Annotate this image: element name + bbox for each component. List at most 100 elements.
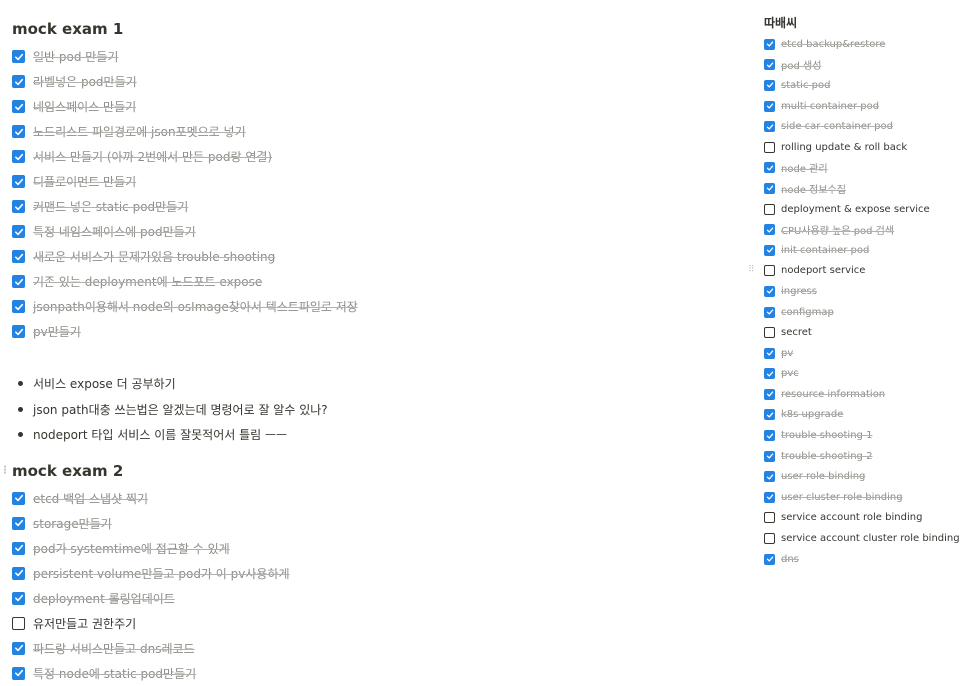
checkbox-icon[interactable] [764, 368, 775, 380]
checkbox-icon[interactable] [12, 150, 25, 163]
todo-text[interactable]: persistent volume만들고 pod가 이 pv사용하게 [33, 565, 290, 582]
bullet-text[interactable]: json path대충 쓰는법은 알겠는데 명령어로 잘 알수 있나? [33, 401, 328, 418]
checkbox-icon[interactable] [764, 327, 775, 339]
checkbox-icon[interactable] [764, 285, 775, 297]
checkbox-icon[interactable] [12, 225, 25, 238]
todo-text[interactable]: pv만들기 [33, 323, 81, 340]
todo-text[interactable]: secret [781, 327, 812, 338]
todo-text[interactable]: configmap [781, 307, 834, 318]
todo-text[interactable]: rolling update & roll back [781, 142, 907, 153]
todo-text[interactable]: 파드랑 서비스만들고 dns레코드 [33, 640, 195, 657]
todo-text[interactable]: user cluster role binding [781, 492, 903, 503]
checkbox-icon[interactable] [12, 125, 25, 138]
todo-text[interactable]: trouble shooting 1 [781, 430, 872, 441]
checkbox-icon[interactable] [764, 347, 775, 359]
todo-text[interactable]: dns [781, 554, 799, 565]
checkbox-icon[interactable] [764, 79, 775, 91]
bullet-text[interactable]: 서비스 expose 더 공부하기 [33, 375, 176, 392]
checkbox-icon[interactable] [764, 100, 775, 112]
todo-text[interactable]: 일반 pod 만들기 [33, 48, 118, 65]
todo-text[interactable]: deployment & expose service [781, 204, 930, 215]
todo-text[interactable]: 라벨넣은 pod만들기 [33, 73, 137, 90]
todo-text[interactable]: 특정 node에 static pod만들기 [33, 665, 196, 682]
checkbox-icon[interactable] [12, 100, 25, 113]
checkbox-icon[interactable] [764, 162, 775, 174]
todo-text[interactable]: jsonpath이용해서 node의 osImage찾아서 텍스트파일로 저장 [33, 298, 358, 315]
checkbox-icon[interactable] [764, 203, 775, 215]
todo-text[interactable]: trouble shooting 2 [781, 451, 872, 462]
todo-text[interactable]: 네임스페이스 만들기 [33, 98, 136, 115]
todo-text[interactable]: 서비스 만들기 (아까 2번에서 만든 pod랑 연결) [33, 148, 272, 165]
todo-text[interactable]: deployment 롤링업데이트 [33, 590, 175, 607]
todo-text[interactable]: ingress [781, 286, 817, 297]
todo-text[interactable]: 기존 있는 deployment에 노드포트 expose [33, 273, 262, 290]
checkbox-icon[interactable] [12, 516, 25, 530]
todo-text[interactable]: multi container pod [781, 101, 879, 112]
checkbox-icon[interactable] [12, 175, 25, 188]
todo-text[interactable]: static pod [781, 80, 830, 91]
checkbox-icon[interactable] [12, 50, 25, 63]
todo-text[interactable]: pv [781, 348, 793, 359]
todo-text[interactable]: 새로운 서비스가 문제가있음 trouble shooting [33, 248, 275, 265]
checkbox-icon[interactable] [764, 512, 775, 524]
todo-text[interactable]: nodeport service [781, 265, 865, 276]
checkbox-icon[interactable] [764, 306, 775, 318]
checkbox-icon[interactable] [12, 616, 25, 630]
todo-item: pod가 systemtime에 접근할 수 있게 [12, 536, 732, 561]
checkbox-icon[interactable] [764, 409, 775, 421]
checkbox-icon[interactable] [12, 250, 25, 263]
todo-text[interactable]: 커맨드 넣은 static pod만들기 [33, 198, 188, 215]
todo-text[interactable]: 노드리스트 파일경로에 json포멧으로 넣기 [33, 123, 246, 140]
checkbox-icon[interactable] [764, 450, 775, 462]
checkbox-icon[interactable] [764, 265, 775, 277]
todo-text[interactable]: node 관리 [781, 160, 828, 175]
checkbox-icon[interactable] [12, 491, 25, 505]
todo-text[interactable]: 디플로이먼트 만들기 [33, 173, 136, 190]
todo-text[interactable]: resource information [781, 389, 885, 400]
todo-text[interactable]: side car container pod [781, 121, 893, 132]
todo-text[interactable]: pvc [781, 368, 799, 379]
todo-text[interactable]: CPU사용량 높은 pod 검색 [781, 222, 894, 237]
checkbox-icon[interactable] [12, 75, 25, 88]
checkbox-icon[interactable] [12, 541, 25, 555]
todo-text[interactable]: 특정 네임스페이스에 pod만들기 [33, 223, 196, 240]
todo-text[interactable]: etcd backup&restore [781, 39, 885, 50]
checkbox-icon[interactable] [764, 141, 775, 153]
bullet-text[interactable]: nodeport 타입 서비스 이름 잘못적어서 틀림 ㅡㅡ [33, 426, 287, 443]
check-mark-icon [766, 185, 773, 192]
checkbox-icon[interactable] [764, 533, 775, 545]
checkbox-icon[interactable] [764, 471, 775, 483]
checkbox-icon[interactable] [764, 121, 775, 133]
checkbox-icon[interactable] [764, 553, 775, 565]
checkbox-icon[interactable] [764, 244, 775, 256]
checkbox-icon[interactable] [764, 182, 775, 194]
checkbox-icon[interactable] [12, 666, 25, 680]
todo-text[interactable]: pod가 systemtime에 접근할 수 있게 [33, 540, 230, 557]
todo-text[interactable]: node 정보수집 [781, 181, 846, 196]
checkbox-icon[interactable] [12, 641, 25, 655]
checkbox-icon[interactable] [764, 388, 775, 400]
todo-text[interactable]: k8s upgrade [781, 409, 843, 420]
todo-text[interactable]: init container pod [781, 245, 869, 256]
checkbox-icon[interactable] [12, 200, 25, 213]
drag-handle-icon[interactable]: ⠿ [748, 265, 755, 275]
checkbox-icon[interactable] [764, 491, 775, 503]
checkbox-icon[interactable] [764, 59, 775, 71]
checkbox-icon[interactable] [12, 300, 25, 313]
todo-text[interactable]: user role binding [781, 471, 865, 482]
check-mark-icon [766, 103, 773, 109]
checkbox-icon[interactable] [12, 275, 25, 288]
todo-text[interactable]: service account role binding [781, 512, 922, 523]
checkbox-icon[interactable] [12, 566, 25, 580]
todo-text[interactable]: storage만들기 [33, 515, 112, 532]
checkbox-icon[interactable] [764, 430, 775, 442]
drag-handle-icon[interactable]: ⋮ [0, 464, 10, 478]
checkbox-icon[interactable] [764, 224, 775, 236]
checkbox-icon[interactable] [12, 325, 25, 338]
todo-text[interactable]: etcd 백업 스냅샷 찍기 [33, 490, 148, 507]
todo-text[interactable]: 유저만들고 권한주기 [33, 615, 136, 632]
checkbox-icon[interactable] [12, 591, 25, 605]
todo-text[interactable]: pod 생성 [781, 57, 821, 72]
todo-text[interactable]: service account cluster role binding [781, 533, 960, 544]
checkbox-icon[interactable] [764, 38, 775, 50]
